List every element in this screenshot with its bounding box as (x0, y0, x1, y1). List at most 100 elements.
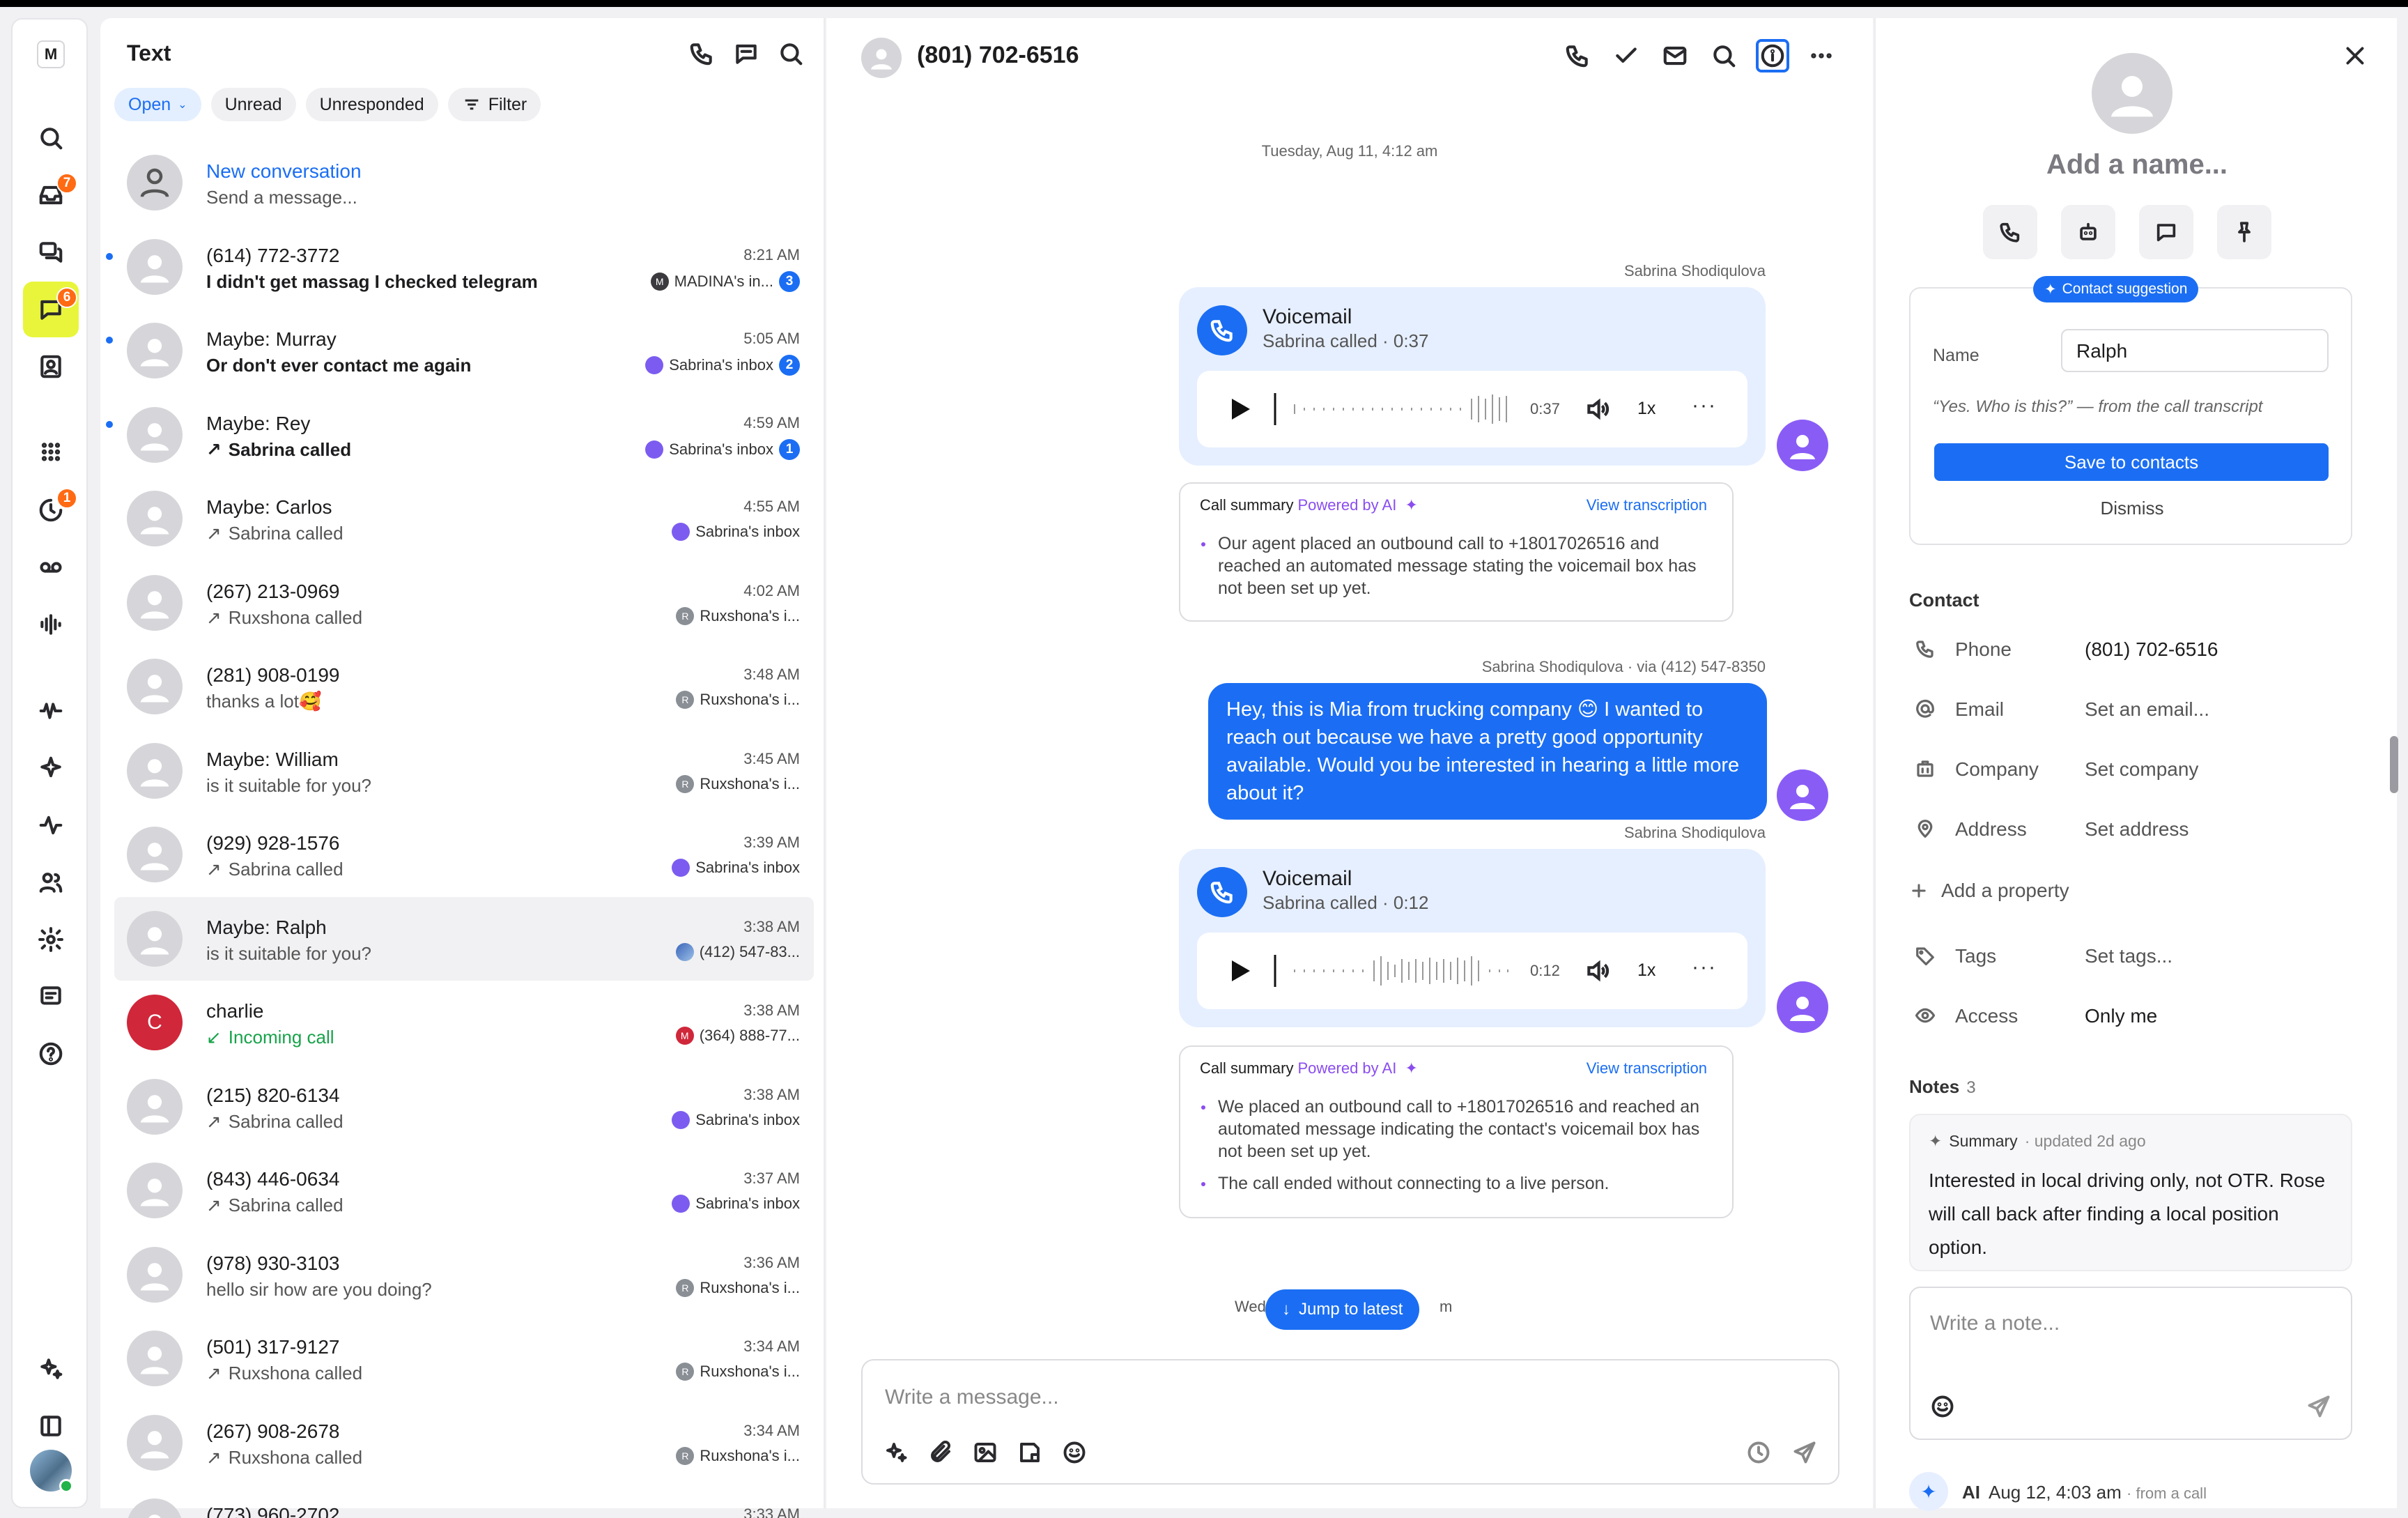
email-button[interactable] (1658, 39, 1692, 72)
conversation-item[interactable]: (281) 908-0199 thanks a lot🥰 3:48 AM R Ruxsh… (114, 645, 814, 729)
call-button[interactable] (1561, 39, 1594, 72)
playback-rate-button[interactable]: 1x (1637, 960, 1656, 981)
contact-pin-button[interactable] (2217, 205, 2271, 259)
eye-icon (1915, 1008, 1936, 1023)
outgoing-call-arrow-icon: ↗ (206, 1363, 222, 1383)
conversation-item[interactable]: (978) 930-3103 hello sir how are you doin… (114, 1233, 814, 1317)
outbound-message-bubble[interactable]: Hey, this is Mia from trucking company 😊… (1208, 683, 1767, 820)
rail-voicemail[interactable] (23, 539, 79, 595)
new-call-button[interactable] (688, 40, 715, 67)
conversation-item[interactable]: Maybe: Carlos ↗ Sabrina called 4:55 AM Sabri… (114, 477, 814, 561)
rail-audio[interactable] (23, 597, 79, 652)
write-note-box[interactable]: Write a note... (1909, 1287, 2352, 1440)
more-options-button[interactable] (1805, 39, 1838, 72)
add-property-button[interactable]: Add a property (1909, 880, 2069, 902)
note-summary-card[interactable]: ✦ Summary · updated 2d ago Interested in… (1909, 1114, 2352, 1271)
volume-button[interactable] (1584, 958, 1611, 984)
ai-sparkles-icon[interactable] (883, 1440, 909, 1465)
conversation-item[interactable]: (614) 772-3772 I didn't get massag I chec… (106, 225, 814, 309)
view-transcription-link[interactable]: View transcription (1587, 496, 1707, 514)
save-to-contacts-button[interactable]: Save to contacts (1934, 443, 2329, 481)
note-input[interactable]: Write a note... (1930, 1312, 2060, 1335)
snippet-icon[interactable] (1017, 1440, 1042, 1465)
volume-button[interactable] (1584, 396, 1611, 422)
rail-activity[interactable]: 7 (23, 167, 79, 223)
close-panel-button[interactable] (2343, 43, 2368, 68)
new-conversation-item[interactable]: New conversation Send a message... (114, 141, 814, 225)
send-icon[interactable] (1792, 1440, 1817, 1465)
contact-row-phone[interactable]: Phone (801) 702-6516 (1915, 633, 2368, 668)
search-conversations-button[interactable] (778, 40, 804, 67)
filter-open[interactable]: Open ⌄ (114, 88, 201, 121)
filter-unread[interactable]: Unread (210, 88, 296, 121)
player-more-button[interactable]: ··· (1692, 957, 1717, 978)
conversation-item[interactable]: (929) 928-1576 ↗ Sabrina called 3:39 AM Sabr… (114, 813, 814, 897)
rail-search[interactable] (23, 110, 79, 166)
rail-collapse[interactable] (23, 1398, 79, 1454)
schedule-clock-icon[interactable] (1746, 1440, 1771, 1465)
info-button[interactable] (1756, 39, 1789, 72)
play-button[interactable] (1232, 960, 1250, 981)
note-send-button[interactable] (2306, 1394, 2331, 1419)
rail-analytics[interactable] (23, 797, 79, 853)
rail-ai-assistant[interactable] (23, 1341, 79, 1397)
rail-feedback[interactable] (23, 969, 79, 1025)
contact-row-tags[interactable]: Tags Set tags... (1915, 940, 2368, 974)
contact-name-input[interactable]: Add a name... (1876, 149, 2398, 181)
rail-team[interactable] (23, 854, 79, 910)
image-icon[interactable] (973, 1440, 998, 1465)
contact-row-company[interactable]: Company Set company (1915, 753, 2368, 788)
rail-waveform[interactable] (23, 683, 79, 739)
contact-message-button[interactable] (2139, 205, 2193, 259)
new-message-button[interactable] (733, 40, 759, 67)
play-button[interactable] (1232, 399, 1250, 420)
view-transcription-link[interactable]: View transcription (1587, 1059, 1707, 1078)
message-composer[interactable]: Write a message... (861, 1359, 1839, 1485)
conversation-item[interactable]: (773) 960-2702 3:33 AM (114, 1485, 814, 1518)
filter-unresponded[interactable]: Unresponded (305, 88, 438, 121)
rail-settings[interactable] (23, 912, 79, 967)
search-chat-button[interactable] (1707, 39, 1741, 72)
rail-calls[interactable]: 1 (23, 482, 79, 538)
conversation-item[interactable]: (843) 446-0634 ↗ Sabrina called 3:37 AM Sabr… (114, 1149, 814, 1233)
filter-button[interactable]: Filter (447, 88, 541, 121)
conversation-item[interactable]: Ccharlie ↙ Incoming call 3:38 AM M (364) 888-… (114, 981, 814, 1065)
user-avatar[interactable] (30, 1450, 73, 1493)
conversation-item[interactable]: Maybe: William is it suitable for you? 3:4… (114, 729, 814, 813)
waveform-scrubber[interactable] (1274, 952, 1511, 990)
rail-help[interactable] (23, 1026, 79, 1082)
emoji-icon[interactable] (1062, 1440, 1087, 1465)
contact-row-email[interactable]: Email Set an email... (1915, 693, 2368, 728)
conversation-item[interactable]: (267) 908-2678 ↗ Ruxshona called 3:34 AM R Ru… (114, 1401, 814, 1485)
conversation-item[interactable]: (215) 820-6134 ↗ Sabrina called 3:38 AM Sabr… (114, 1065, 814, 1149)
rail-contacts[interactable] (23, 339, 79, 394)
workspace-logo[interactable]: M (37, 40, 65, 68)
paperclip-icon[interactable] (928, 1440, 953, 1465)
waveform-scrubber[interactable] (1274, 390, 1511, 428)
player-more-button[interactable]: ··· (1692, 395, 1717, 416)
contact-row-address[interactable]: Address Set address (1915, 813, 2368, 848)
contact-ai-agent-button[interactable] (2061, 205, 2115, 259)
contact-call-button[interactable] (1983, 205, 2037, 259)
jump-to-latest-button[interactable]: ↓ Jump to latest (1265, 1289, 1420, 1330)
rail-conversations[interactable] (23, 224, 79, 280)
chat-contact-avatar[interactable] (861, 38, 902, 78)
conversation-item[interactable]: Maybe: Murray Or don't ever contact me ag… (106, 309, 814, 393)
rail-text-messages[interactable]: 6 (23, 282, 79, 337)
dismiss-suggestion-button[interactable]: Dismiss (1911, 498, 2354, 519)
rail-ai[interactable] (23, 740, 79, 796)
composer-input[interactable]: Write a message... (885, 1386, 1059, 1409)
conversation-item[interactable]: Maybe: Ralph is it suitable for you? 3:38 … (114, 896, 814, 981)
contact-avatar-large[interactable] (2092, 53, 2172, 134)
summary-point: Our agent placed an outbound call to +18… (1200, 532, 1708, 599)
rail-dialpad[interactable] (23, 425, 79, 481)
conversation-item[interactable]: Maybe: Rey ↗ Sabrina called 4:59 AM Sabrina'… (106, 393, 814, 477)
panel-scrollbar[interactable] (2390, 736, 2398, 793)
suggested-name-input[interactable]: Ralph (2061, 329, 2329, 372)
conversation-item[interactable]: (267) 213-0969 ↗ Ruxshona called 4:02 AM R Ru… (114, 561, 814, 645)
note-emoji-button[interactable] (1930, 1394, 1955, 1419)
contact-row-access[interactable]: Access Only me (1915, 999, 2368, 1034)
playback-rate-button[interactable]: 1x (1637, 399, 1656, 419)
mark-done-button[interactable] (1610, 39, 1643, 72)
conversation-item[interactable]: (501) 317-9127 ↗ Ruxshona called 3:34 AM R Ru… (114, 1317, 814, 1401)
